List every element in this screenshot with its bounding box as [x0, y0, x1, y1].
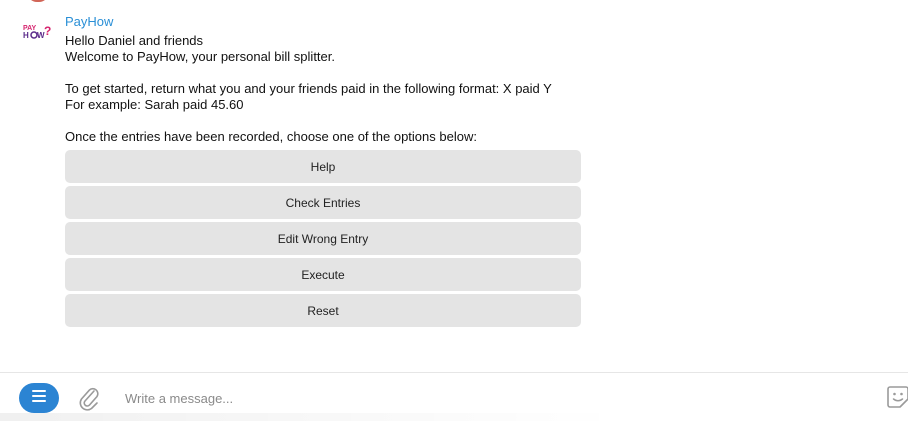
inline-keyboard: Help Check Entries Edit Wrong Entry Exec…: [65, 150, 581, 330]
composer-shadow: [0, 413, 620, 421]
help-button[interactable]: Help: [65, 150, 581, 183]
sticker-button[interactable]: [885, 384, 908, 410]
svg-text:H: H: [23, 31, 29, 40]
payhow-logo-icon[interactable]: PAY H W ?: [22, 22, 52, 42]
attach-button[interactable]: [77, 385, 101, 411]
options-prompt-text: Once the entries have been recorded, cho…: [65, 129, 477, 144]
check-entries-button[interactable]: Check Entries: [65, 186, 581, 219]
previous-avatar-peek: [27, 0, 49, 2]
menu-icon: [31, 389, 47, 408]
message-input[interactable]: [125, 389, 825, 407]
execute-button[interactable]: Execute: [65, 258, 581, 291]
welcome-text: Welcome to PayHow, your personal bill sp…: [65, 49, 335, 64]
sticker-icon: [885, 386, 908, 414]
example-text: For example: Sarah paid 45.60: [65, 97, 244, 112]
reset-button[interactable]: Reset: [65, 294, 581, 327]
greeting-text: Hello Daniel and friends: [65, 33, 204, 48]
svg-text:?: ?: [44, 24, 51, 38]
bot-menu-button[interactable]: [19, 383, 59, 413]
sender-name[interactable]: PayHow: [65, 14, 113, 29]
edit-wrong-entry-button[interactable]: Edit Wrong Entry: [65, 222, 581, 255]
instructions-text: To get started, return what you and your…: [65, 81, 552, 96]
